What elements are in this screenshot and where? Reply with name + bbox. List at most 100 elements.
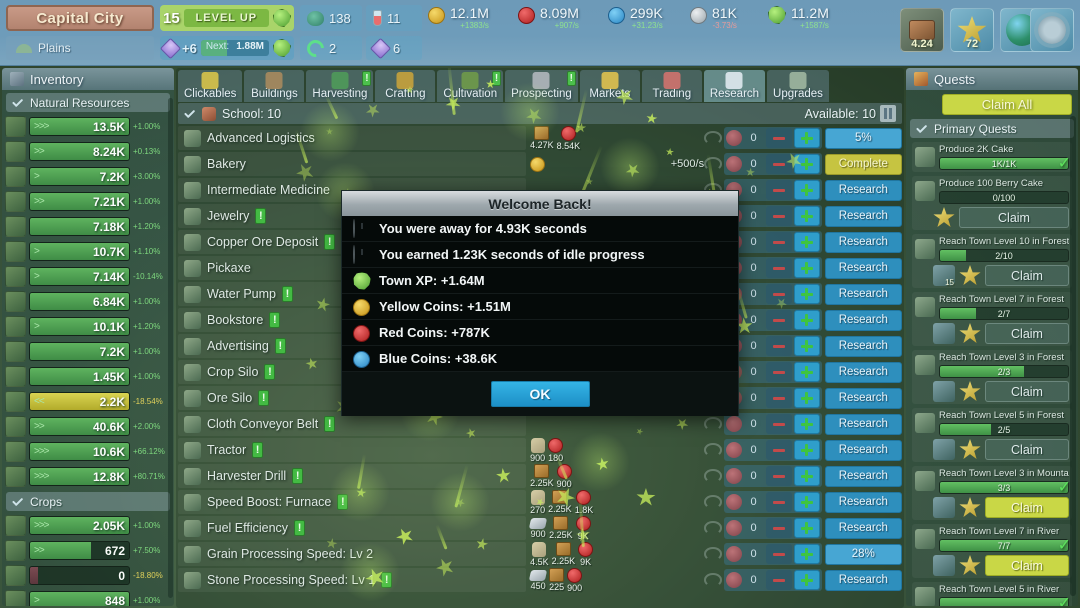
primary-quests-header[interactable]: Primary Quests <box>910 119 1074 138</box>
tab-cultivation[interactable]: ! Cultivation <box>437 70 504 102</box>
quest-claim-button[interactable]: Claim <box>959 207 1069 228</box>
inventory-row[interactable]: >10.7K +1.10% <box>2 239 174 264</box>
increase-button[interactable] <box>793 232 820 252</box>
inventory-row[interactable]: 0 -18.80% <box>2 563 174 588</box>
quantity-stepper[interactable]: 0 <box>723 127 822 149</box>
decrease-button[interactable] <box>765 180 792 200</box>
decrease-button[interactable] <box>765 388 792 408</box>
inventory-section-header[interactable]: Crops <box>6 492 170 511</box>
decrease-button[interactable] <box>765 206 792 226</box>
decrease-button[interactable] <box>765 336 792 356</box>
tab-research[interactable]: Research <box>703 70 766 102</box>
decrease-button[interactable] <box>765 232 792 252</box>
decrease-button[interactable] <box>765 310 792 330</box>
decrease-button[interactable] <box>765 492 792 512</box>
research-action-button[interactable]: Research <box>824 491 902 513</box>
decrease-button[interactable] <box>765 414 792 434</box>
ok-button[interactable]: OK <box>490 381 590 407</box>
research-row[interactable]: Stone Processing Speed: Lv 1! 450 225 900 0 R… <box>178 567 902 593</box>
decrease-button[interactable] <box>765 258 792 278</box>
research-action-button[interactable]: Research <box>824 283 902 305</box>
quest-claim-button[interactable]: Claim <box>985 265 1069 286</box>
city-name-plate[interactable]: Capital City <box>6 5 154 31</box>
research-action-button[interactable]: 28% <box>824 543 902 565</box>
decrease-button[interactable] <box>765 570 792 590</box>
inventory-row[interactable]: << 2.2K -18.54% <box>2 389 174 414</box>
check-icon[interactable] <box>184 109 196 119</box>
inventory-row[interactable]: >7.2K +3.00% <box>2 164 174 189</box>
decrease-button[interactable] <box>765 440 792 460</box>
research-action-button[interactable]: 5% <box>824 127 902 149</box>
inventory-row[interactable]: >> 40.6K +2.00% <box>2 414 174 439</box>
decrease-button[interactable] <box>765 362 792 382</box>
quest-claim-button[interactable]: Claim <box>985 497 1069 518</box>
inventory-row[interactable]: >7.14K -10.14% <box>2 264 174 289</box>
decrease-button[interactable] <box>765 466 792 486</box>
inventory-row[interactable]: >> 672 +7.50% <box>2 538 174 563</box>
tab-clickables[interactable]: Clickables <box>178 70 243 102</box>
increase-button[interactable] <box>793 440 820 460</box>
increase-button[interactable] <box>793 128 820 148</box>
increase-button[interactable] <box>793 336 820 356</box>
research-name-cell[interactable]: Speed Boost: Furnace! <box>178 490 527 514</box>
tab-harvesting[interactable]: ! Harvesting <box>306 70 374 102</box>
research-action-button[interactable]: Research <box>824 309 902 331</box>
research-action-button[interactable]: Research <box>824 205 902 227</box>
inventory-row[interactable]: >>> 10.6K +66.12% <box>2 439 174 464</box>
quest-claim-button[interactable]: Claim <box>985 555 1069 576</box>
quantity-stepper[interactable]: 0 <box>723 439 822 461</box>
research-row[interactable]: Bakery +500/s 0 Complete <box>178 151 902 177</box>
research-row[interactable]: Advanced Logistics 4.27K 8.54K 0 5% <box>178 125 902 151</box>
quantity-stepper[interactable]: 0 <box>723 491 822 513</box>
quests-scrollbar[interactable] <box>1070 116 1076 596</box>
quest-claim-button[interactable]: Claim <box>985 323 1069 344</box>
inventory-row[interactable]: 7.2K +1.00% <box>2 339 174 364</box>
quest-claim-button[interactable]: Claim <box>985 381 1069 402</box>
tab-trading[interactable]: Trading <box>641 70 702 102</box>
inventory-row[interactable]: 6.84K +1.00% <box>2 289 174 314</box>
increase-button[interactable] <box>793 206 820 226</box>
research-name-cell[interactable]: Stone Processing Speed: Lv 1! <box>178 568 527 592</box>
increase-button[interactable] <box>793 154 820 174</box>
star-button[interactable]: 72 <box>950 8 994 52</box>
quantity-stepper[interactable]: 0 <box>723 517 822 539</box>
increase-button[interactable] <box>793 492 820 512</box>
tab-upgrades[interactable]: Upgrades <box>767 70 829 102</box>
increase-button[interactable] <box>793 544 820 564</box>
inventory-scrollbar[interactable] <box>168 98 173 598</box>
research-name-cell[interactable]: Harvester Drill! <box>178 464 527 488</box>
inventory-row[interactable]: >>> 12.8K +80.71% <box>2 464 174 489</box>
decrease-button[interactable] <box>765 544 792 564</box>
increase-button[interactable] <box>793 570 820 590</box>
increase-button[interactable] <box>793 518 820 538</box>
increase-button[interactable] <box>793 466 820 486</box>
increase-button[interactable] <box>793 362 820 382</box>
research-row[interactable]: Grain Processing Speed: Lv 2 4.5K 2.25K 9K 0… <box>178 541 902 567</box>
claim-all-button[interactable]: Claim All <box>942 94 1072 115</box>
inventory-row[interactable]: 1.45K +1.00% <box>2 364 174 389</box>
research-name-cell[interactable]: Fuel Efficiency! <box>178 516 527 540</box>
decrease-button[interactable] <box>765 518 792 538</box>
research-row[interactable]: Tractor! 900 180 0 Research <box>178 437 902 463</box>
quantity-stepper[interactable]: 0 <box>723 413 822 435</box>
quantity-stepper[interactable]: 0 <box>723 543 822 565</box>
quantity-stepper[interactable]: 0 <box>723 153 822 175</box>
research-action-button[interactable]: Research <box>824 231 902 253</box>
research-action-button[interactable]: Complete <box>824 153 902 175</box>
settings-button[interactable] <box>1030 8 1074 52</box>
research-row[interactable]: Speed Boost: Furnace! 270 2.25K 1.8K 0 Resear… <box>178 489 902 515</box>
decrease-button[interactable] <box>765 154 792 174</box>
inventory-row[interactable]: 7.18K +1.20% <box>2 214 174 239</box>
quantity-stepper[interactable]: 0 <box>723 465 822 487</box>
inventory-section-header[interactable]: Natural Resources <box>6 93 170 112</box>
research-name-cell[interactable]: Bakery <box>178 152 527 176</box>
quantity-stepper[interactable]: 0 <box>723 569 822 591</box>
inventory-row[interactable]: >10.1K +1.20% <box>2 314 174 339</box>
research-name-cell[interactable]: Advanced Logistics <box>178 126 527 150</box>
research-action-button[interactable]: Research <box>824 387 902 409</box>
level-up-bar[interactable]: 15 LEVEL UP <box>160 5 294 31</box>
increase-button[interactable] <box>793 310 820 330</box>
increase-button[interactable] <box>793 388 820 408</box>
increase-button[interactable] <box>793 284 820 304</box>
research-row[interactable]: Harvester Drill! 2.25K 900 0 Research <box>178 463 902 489</box>
